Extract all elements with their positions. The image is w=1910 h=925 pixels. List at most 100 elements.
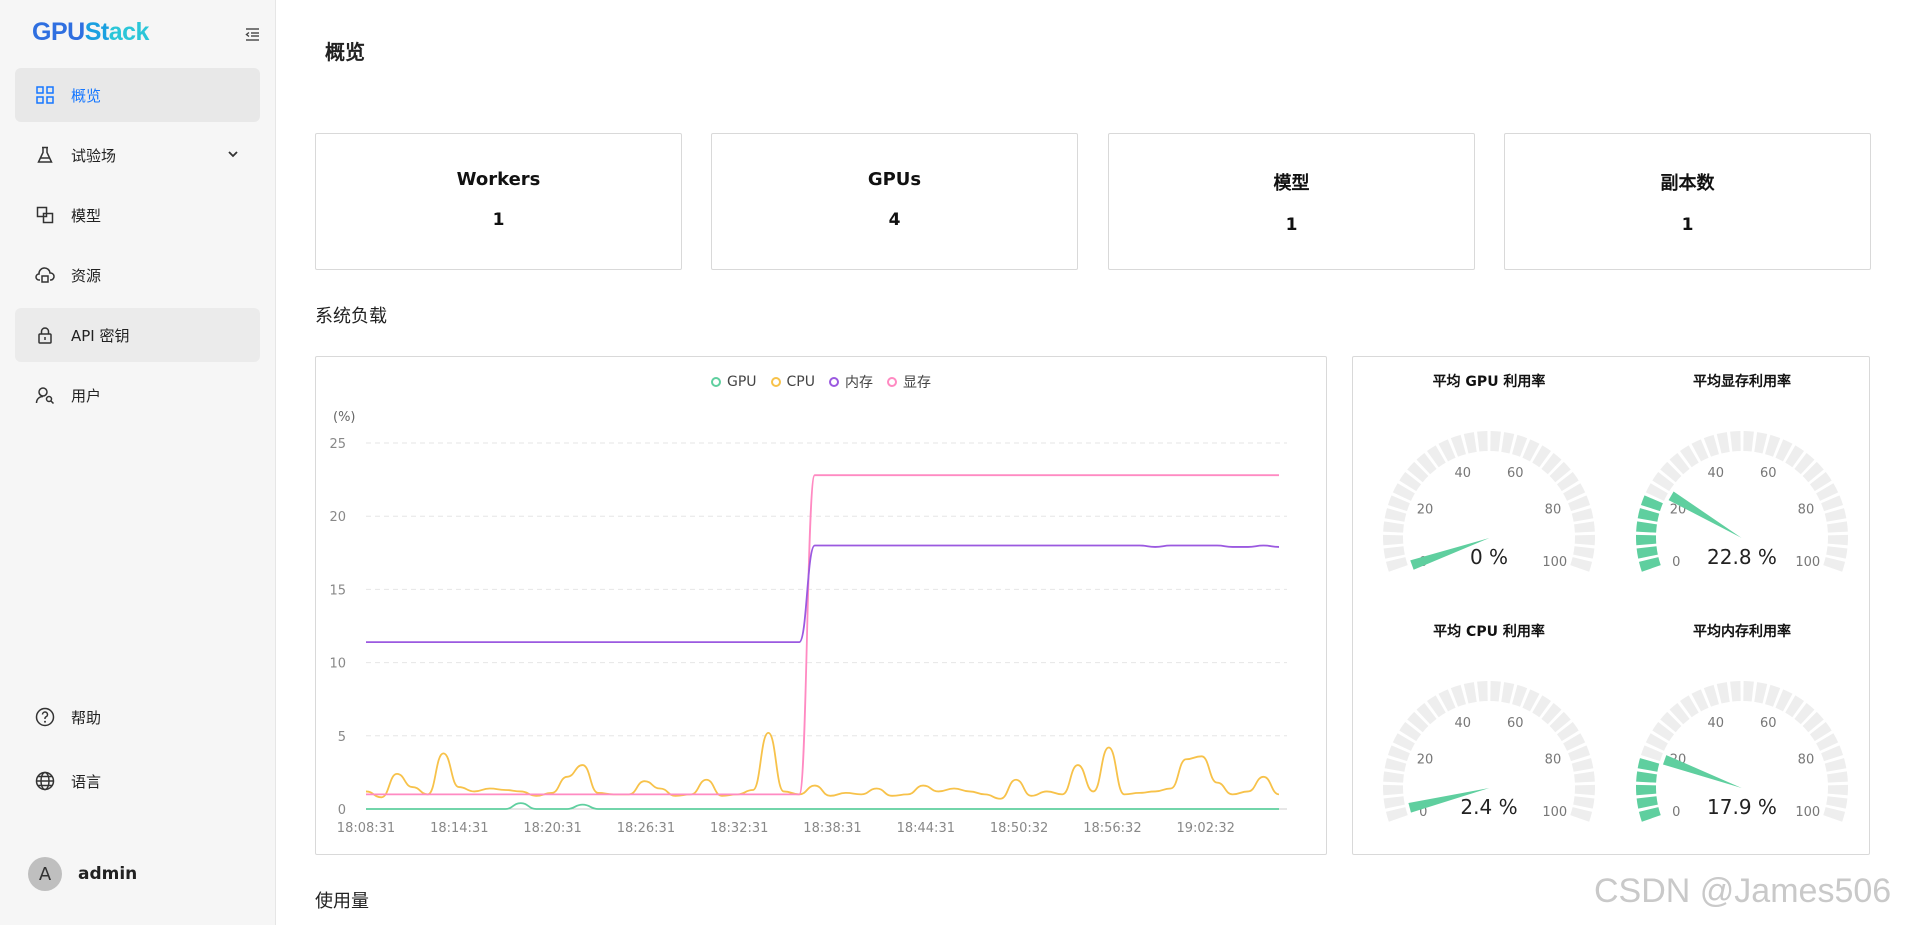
sidebar-item-label: 资源	[71, 266, 102, 285]
series-line-GPU	[366, 802, 1279, 810]
stat-value: 4	[888, 210, 901, 230]
sidebar-item-overview[interactable]: 概览	[15, 68, 260, 122]
gauge-segment	[1385, 807, 1408, 822]
y-tick-label: 20	[329, 510, 346, 525]
gauge-tick-label: 100	[1542, 805, 1567, 820]
x-tick-label: 18:20:31	[523, 821, 581, 836]
gauge-tick-label: 100	[1542, 555, 1567, 570]
page-title: 概览	[325, 40, 365, 64]
gauge-segment	[1823, 557, 1846, 572]
cloud-icon	[35, 265, 55, 285]
stat-card-models: 模型 1	[1108, 133, 1475, 270]
user-menu[interactable]: A admin	[28, 857, 137, 891]
line-chart-svg: (%) 0 5 10 15 20 25 18:08:31 18:14:31 18:20:31 18:…	[329, 410, 1287, 836]
gauge-segment	[1477, 431, 1488, 452]
gauge-segment	[1571, 758, 1594, 772]
gauge-tick-label: 80	[1798, 753, 1815, 768]
gauge-tick-label: 20	[1417, 503, 1434, 518]
gauge-title: 平均 GPU 利用率	[1433, 373, 1546, 390]
main-menu: 概览 试验场 模型 资源 API 密钥 用户	[15, 68, 260, 428]
logo[interactable]: GPUStack	[32, 18, 149, 46]
globe-icon	[35, 771, 55, 791]
y-axis-label: (%)	[333, 410, 356, 425]
x-tick-label: 18:14:31	[430, 821, 488, 836]
help-icon	[35, 707, 55, 727]
gauge-tick-label: 40	[1455, 716, 1472, 731]
gauge-tick-label: 60	[1507, 466, 1524, 481]
gauge-tick-label: 80	[1545, 753, 1562, 768]
gauge-segment	[1823, 807, 1846, 822]
gauge-segment	[1636, 771, 1657, 783]
gauge-segment	[1743, 681, 1754, 702]
gauge-tick-label: 80	[1798, 503, 1815, 518]
stat-value: 1	[1285, 215, 1298, 235]
gauge-segment	[1637, 508, 1660, 522]
sidebar-item-help[interactable]: 帮助	[15, 692, 260, 742]
sidebar-item-playground[interactable]: 试验场	[15, 128, 260, 182]
gauge-value: 2.4 %	[1460, 795, 1517, 819]
gauge-segment	[1636, 521, 1657, 533]
stat-label: 副本数	[1660, 173, 1715, 194]
sidebar-item-language[interactable]: 语言	[15, 756, 260, 806]
x-tick-label: 18:32:31	[710, 821, 768, 836]
x-tick-label: 18:56:32	[1083, 821, 1141, 836]
model-icon	[35, 205, 55, 225]
watermark: CSDN @James506	[1594, 872, 1892, 910]
gauge-segment	[1383, 534, 1404, 546]
gauge-segment	[1570, 807, 1593, 822]
gauges-svg: 平均 GPU 利用率 0 20 40 60 80 100 0 % 平均显存利用率 0 20 40 60 8…	[1383, 373, 1848, 822]
gauge-segment	[1574, 534, 1595, 546]
gauge-title: 平均内存利用率	[1693, 623, 1791, 640]
stat-label: Workers	[456, 169, 541, 190]
gauge-segment	[1827, 784, 1848, 796]
gauge-segment	[1383, 546, 1405, 559]
gauge-segment	[1636, 546, 1658, 559]
sidebar-item-label: 语言	[71, 772, 102, 791]
stat-value: 1	[1681, 215, 1694, 235]
stat-card-gpus: GPUs 4	[711, 133, 1078, 270]
gauge-segment	[1827, 521, 1848, 533]
gauge-segment	[1385, 557, 1408, 572]
gauge-segment	[1743, 431, 1754, 452]
gauge-segment	[1383, 796, 1405, 809]
gauge-segment	[1716, 682, 1730, 704]
gauge-segment	[1824, 508, 1847, 522]
avatar: A	[28, 857, 62, 891]
usage-title: 使用量	[315, 891, 369, 912]
gauge-tick-label: 20	[1417, 753, 1434, 768]
gauge-tick-label: 0	[1672, 555, 1680, 570]
sidebar-item-api-keys[interactable]: API 密钥	[15, 308, 260, 362]
gauge-segment	[1384, 758, 1407, 772]
sidebar-item-users[interactable]: 用户	[15, 368, 260, 422]
gauge-segment	[1827, 771, 1848, 783]
system-load-title: 系统负载	[315, 306, 387, 327]
flask-icon	[35, 145, 55, 165]
chevron-down-icon	[226, 147, 240, 161]
gauge-segment	[1570, 557, 1593, 572]
x-tick-label: 18:44:31	[897, 821, 955, 836]
gauge-segment	[1463, 682, 1477, 704]
gauge-segment	[1490, 431, 1501, 452]
username: admin	[78, 864, 138, 884]
user-icon	[35, 385, 55, 405]
sidebar-item-resources[interactable]: 资源	[15, 248, 260, 302]
gauge-segment	[1636, 534, 1657, 546]
gauge-tick-label: 80	[1545, 503, 1562, 518]
gauge-tick-label: 60	[1760, 716, 1777, 731]
gauge-value: 22.8 %	[1707, 545, 1777, 569]
gauge-value: 17.9 %	[1707, 795, 1777, 819]
x-tick-label: 18:08:31	[337, 821, 395, 836]
sidebar: GPUStack 概览 试验场 模型 资源 API 密钥 用户 帮助 语言 A …	[0, 0, 276, 925]
grid-icon	[35, 85, 55, 105]
collapse-sidebar-icon[interactable]	[242, 24, 262, 44]
gauge-segment	[1490, 681, 1501, 702]
gauge-segment	[1716, 432, 1730, 454]
gauge-segment	[1826, 796, 1848, 809]
gauge-segment	[1638, 807, 1661, 822]
sidebar-item-label: 用户	[71, 386, 102, 405]
gauge-tick-label: 40	[1708, 716, 1725, 731]
gauge-tick-label: 60	[1507, 716, 1524, 731]
gauge-tick-label: 40	[1708, 466, 1725, 481]
stat-value: 1	[492, 210, 505, 230]
sidebar-item-models[interactable]: 模型	[15, 188, 260, 242]
